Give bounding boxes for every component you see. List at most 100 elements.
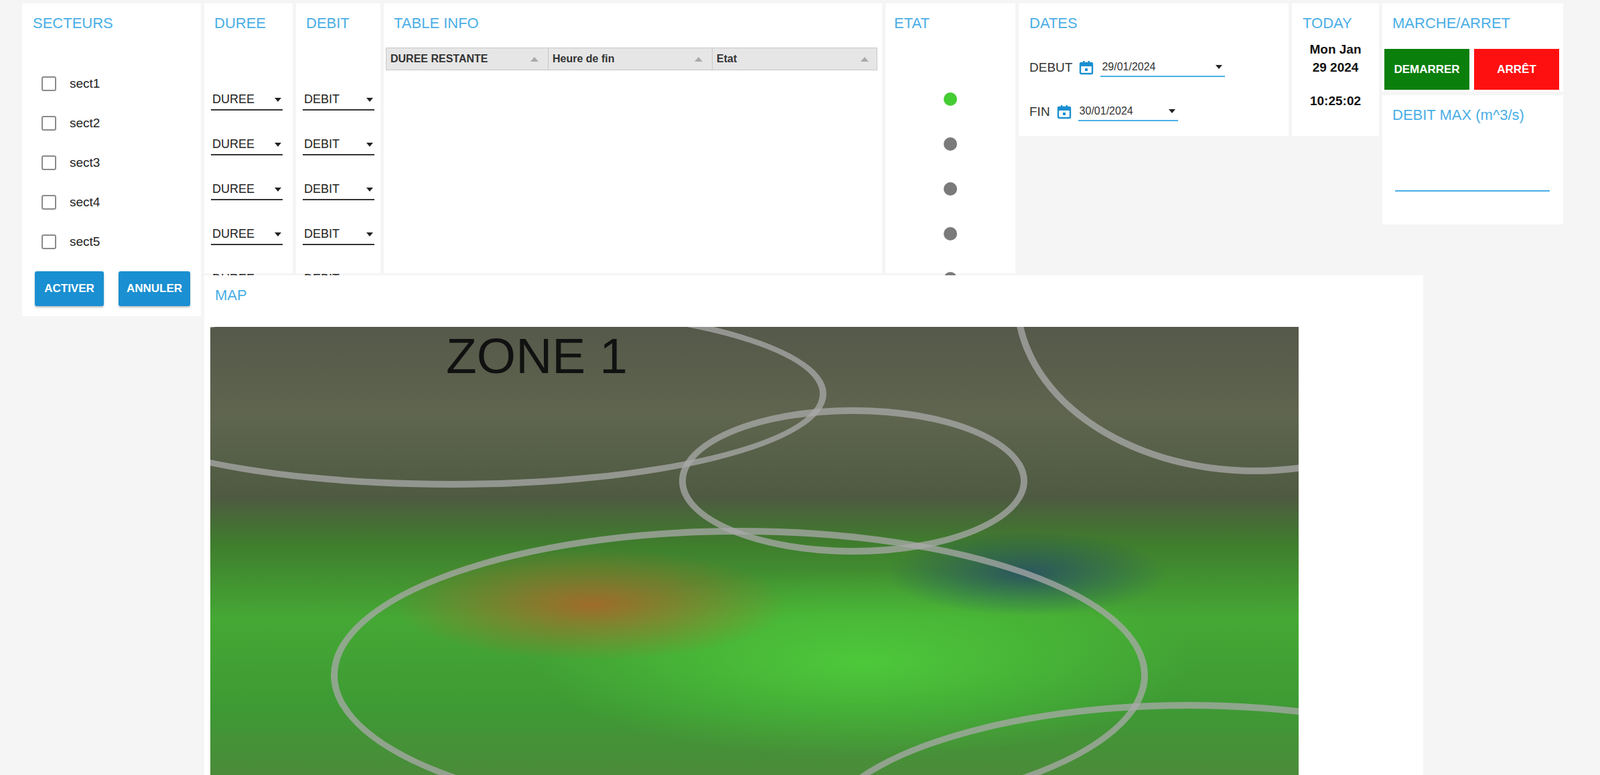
button-label: ARRÊT: [1496, 62, 1537, 77]
checkbox[interactable]: [41, 115, 57, 131]
checkbox[interactable]: [41, 234, 57, 250]
debit-row: DEBIT: [296, 76, 381, 122]
select-value: DEBIT: [304, 227, 340, 242]
zone-label: ZONE 1: [446, 326, 628, 385]
dropdown-arrow-icon[interactable]: [274, 187, 282, 192]
sector-item[interactable]: sect2: [22, 103, 201, 143]
date-input[interactable]: 30/01/2024: [1078, 102, 1179, 122]
select-value: DEBIT: [304, 137, 340, 152]
debit-select[interactable]: DEBIT: [302, 132, 375, 156]
duree-row: DUREE: [204, 166, 293, 211]
panel-title: DATES: [1018, 3, 1289, 33]
calendar-icon[interactable]: [1056, 104, 1072, 120]
duree-panel: DUREEDUREEDUREEDUREEDUREEDUREE: [204, 3, 293, 274]
duree-row: DUREE: [204, 121, 293, 167]
status-dot: [943, 92, 958, 106]
today-date: Mon Jan 29 2024: [1303, 40, 1368, 77]
column-header[interactable]: DUREE RESTANTE: [386, 48, 549, 70]
duree-row: DUREE: [204, 76, 293, 122]
control-panel: MARCHE/ARRET DEMARRER ARRÊT: [1382, 3, 1564, 92]
date-value: 29/01/2024: [1101, 60, 1156, 74]
select-value: DEBIT: [304, 182, 340, 197]
dropdown-arrow-icon[interactable]: [366, 97, 374, 102]
debit-list: DEBITDEBITDEBITDEBITDEBIT: [296, 32, 381, 301]
column-header[interactable]: Heure de fin: [548, 48, 713, 70]
status-row: [885, 210, 1016, 256]
duree-select[interactable]: DUREE: [210, 177, 283, 201]
debit-max-input[interactable]: [1395, 171, 1550, 192]
select-value: DUREE: [212, 92, 255, 107]
etat-panel: ETAT: [885, 3, 1016, 274]
sort-arrow-icon[interactable]: [530, 56, 539, 62]
sector-list: sect1 sect2 sect3 sect4 sect5: [22, 63, 201, 262]
debit-max-panel: DEBIT MAX (m^3/s): [1382, 95, 1564, 225]
select-value: DUREE: [212, 182, 255, 197]
cancel-button[interactable]: ANNULER: [118, 271, 191, 307]
map-panel: MAPZONE 1: [204, 275, 1424, 775]
duree-select[interactable]: DUREE: [210, 87, 283, 111]
select-value: DUREE: [212, 137, 255, 152]
calendar-icon[interactable]: [1078, 60, 1094, 76]
date-label: FIN: [1029, 104, 1051, 120]
date-list: DEBUT 29/01/2024 FIN 30/01/2024: [1018, 32, 1289, 134]
app: SECTEURSsect1sect2sect3sect4sect5ACTIVER…: [0, 0, 1600, 775]
column-label: DUREE RESTANTE: [390, 52, 489, 65]
duree-select[interactable]: DUREE: [210, 222, 283, 246]
status-row: [885, 121, 1016, 167]
debit-panel: DEBITDEBITDEBITDEBITDEBITDEBIT: [296, 3, 381, 274]
sort-arrow-icon[interactable]: [860, 56, 869, 62]
panel-title: DEBIT MAX (m^3/s): [1382, 95, 1564, 124]
sectors-panel: SECTEURSsect1sect2sect3sect4sect5ACTIVER…: [22, 3, 201, 317]
duree-select[interactable]: DUREE: [210, 132, 283, 156]
status-list: [885, 32, 1016, 301]
sector-label: sect2: [69, 115, 100, 131]
checkbox[interactable]: [41, 155, 57, 171]
dropdown-arrow-icon[interactable]: [274, 97, 282, 102]
dropdown-arrow-icon[interactable]: [1215, 64, 1223, 69]
sector-item[interactable]: sect5: [22, 221, 201, 262]
panel-title: SECTEURS: [22, 3, 201, 33]
panel-title: MARCHE/ARRET: [1382, 3, 1564, 33]
stop-button[interactable]: ARRÊT: [1474, 48, 1560, 90]
debit-select[interactable]: DEBIT: [302, 222, 375, 246]
sort-arrow-icon[interactable]: [694, 56, 703, 62]
status-dot: [943, 227, 958, 241]
dropdown-arrow-icon[interactable]: [274, 232, 282, 237]
start-button[interactable]: DEMARRER: [1384, 48, 1470, 90]
date-input[interactable]: 29/01/2024: [1100, 58, 1225, 78]
dates-panel: DATES DEBUT 29/01/2024 FIN 30/01/2024: [1018, 3, 1289, 136]
sector-label: sect4: [69, 194, 100, 210]
today-time: 10:25:02: [1291, 93, 1379, 109]
dropdown-arrow-icon[interactable]: [274, 142, 282, 147]
panel-title: DEBIT: [296, 3, 381, 33]
sector-label: sect1: [69, 76, 100, 92]
activate-button[interactable]: ACTIVER: [34, 271, 104, 307]
map-road: [330, 527, 1148, 775]
checkbox[interactable]: [41, 194, 57, 210]
table-panel: TABLE INFO DUREE RESTANTE Heure de finEtat: [383, 3, 883, 274]
panel-title: TABLE INFO: [383, 3, 883, 33]
map-image[interactable]: ZONE 1: [210, 326, 1299, 775]
dropdown-arrow-icon[interactable]: [366, 142, 374, 147]
status-dot: [943, 182, 958, 196]
sector-item[interactable]: sect3: [22, 142, 201, 183]
today-panel: TODAY Mon Jan 29 2024 10:25:02: [1291, 3, 1379, 136]
debit-select[interactable]: DEBIT: [302, 87, 375, 111]
checkbox[interactable]: [41, 76, 57, 92]
date-label: DEBUT: [1029, 60, 1073, 76]
sector-item[interactable]: sect4: [22, 182, 201, 222]
sector-item[interactable]: sect1: [22, 63, 201, 104]
dropdown-arrow-icon[interactable]: [1168, 109, 1176, 114]
dropdown-arrow-icon[interactable]: [366, 232, 374, 237]
control-buttons: DEMARRER ARRÊT: [1382, 32, 1564, 92]
map-road: [1013, 326, 1299, 475]
panel-title: TODAY: [1291, 3, 1379, 33]
column-header[interactable]: Etat: [712, 48, 879, 70]
button-bar: ACTIVER ANNULER: [22, 261, 201, 315]
button-label: DEMARRER: [1393, 62, 1460, 77]
debit-select[interactable]: DEBIT: [302, 177, 375, 201]
map-road: [813, 701, 1299, 775]
dropdown-arrow-icon[interactable]: [366, 187, 374, 192]
panel-title: ETAT: [885, 3, 1016, 33]
status-dot: [943, 137, 958, 151]
